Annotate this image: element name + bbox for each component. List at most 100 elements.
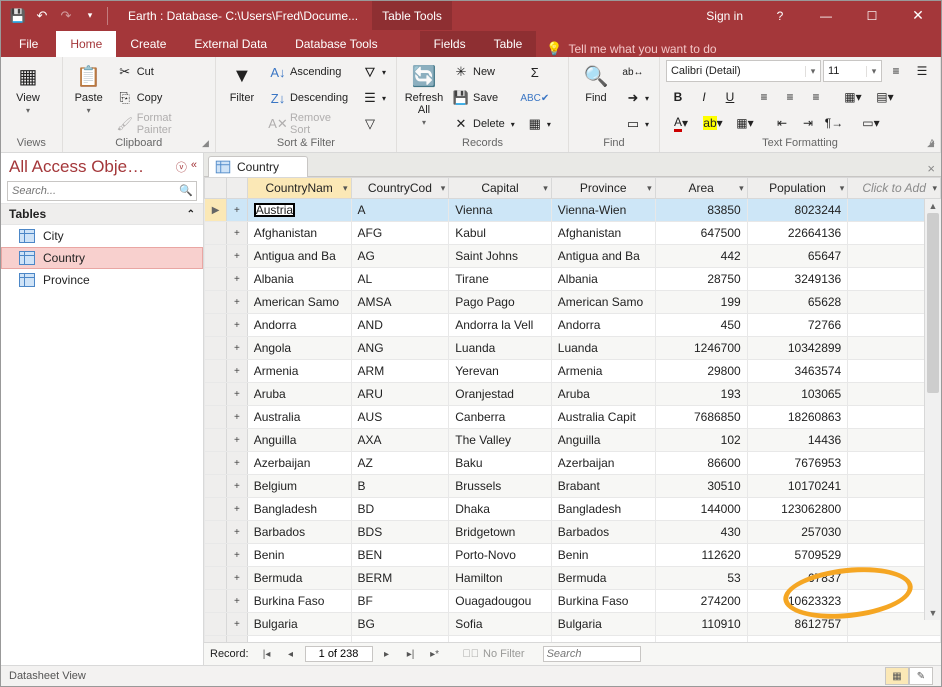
close-button[interactable]: ✕ <box>895 1 941 30</box>
more-records-button[interactable]: ▦▾ <box>523 112 555 136</box>
cell-effect-button[interactable]: ▭▾ <box>856 112 886 134</box>
expand-icon[interactable]: + <box>227 452 248 475</box>
italic-button[interactable]: I <box>692 86 716 108</box>
expand-icon[interactable]: + <box>227 613 248 636</box>
highlight-button[interactable]: ab▾ <box>698 112 728 134</box>
row-selector[interactable] <box>205 291 227 314</box>
expand-icon[interactable]: + <box>227 406 248 429</box>
expand-icon[interactable]: + <box>227 498 248 521</box>
design-view-btn[interactable]: ✎ <box>909 667 933 685</box>
table-row[interactable]: +BeninBENPorto-NovoBenin1126205709529 <box>205 544 941 567</box>
nav-dropdown-icon[interactable]: ⓥ <box>176 159 187 175</box>
goto-button[interactable]: ➜▾ <box>621 86 653 110</box>
row-selector[interactable] <box>205 337 227 360</box>
numbering-button[interactable]: ☰ <box>910 60 934 82</box>
table-row[interactable]: +AlbaniaALTiraneAlbania287503249136 <box>205 268 941 291</box>
table-row[interactable]: +Antigua and BaAGSaint JohnsAntigua and … <box>205 245 941 268</box>
sort-ascending-button[interactable]: A↓Ascending <box>266 60 354 84</box>
expand-icon[interactable]: + <box>227 314 248 337</box>
tell-me-box[interactable]: 💡 Tell me what you want to do <box>536 41 726 57</box>
selection-filter-button[interactable]: 🜄▾ <box>358 60 390 84</box>
row-selector[interactable] <box>205 245 227 268</box>
first-record-button[interactable]: |◂ <box>257 644 277 664</box>
advanced-filter-button[interactable]: ☰▾ <box>358 86 390 110</box>
expand-icon[interactable]: + <box>227 636 248 643</box>
expand-icon[interactable]: + <box>227 475 248 498</box>
copy-button[interactable]: ⎘Copy <box>113 86 209 110</box>
new-record-button[interactable]: ✳New <box>449 60 519 84</box>
redo-icon[interactable]: ↷ <box>55 5 77 27</box>
bold-button[interactable]: B <box>666 86 690 108</box>
scroll-up-icon[interactable]: ▲ <box>925 199 941 213</box>
delete-record-button[interactable]: ✕Delete▾ <box>449 112 519 136</box>
row-selector[interactable] <box>205 452 227 475</box>
row-selector[interactable] <box>205 544 227 567</box>
align-right-button[interactable]: ≡ <box>804 86 828 108</box>
tab-external-data[interactable]: External Data <box>180 31 281 57</box>
paste-button[interactable]: 📋 Paste ▾ <box>69 60 109 115</box>
cut-button[interactable]: ✂Cut <box>113 60 209 84</box>
expand-icon[interactable]: + <box>227 567 248 590</box>
column-header[interactable]: Click to Add▾ <box>848 178 941 199</box>
expand-icon[interactable]: + <box>227 383 248 406</box>
ltr-button[interactable]: ¶→ <box>822 112 846 134</box>
expand-icon[interactable]: + <box>227 521 248 544</box>
table-row[interactable]: +AzerbaijanAZBakuAzerbaijan866007676953 <box>205 452 941 475</box>
table-row[interactable]: +BhutanBHTThimphuBhutan470001822625 <box>205 636 941 643</box>
table-row[interactable]: +BulgariaBGSofiaBulgaria1109108612757 <box>205 613 941 636</box>
column-header[interactable]: Capital▾ <box>449 178 552 199</box>
new-record-nav-button[interactable]: ▸* <box>425 644 445 664</box>
minimize-button[interactable]: — <box>803 1 849 30</box>
column-header[interactable]: CountryCod▾ <box>351 178 449 199</box>
save-record-button[interactable]: 💾Save <box>449 86 519 110</box>
last-record-button[interactable]: ▸| <box>401 644 421 664</box>
replace-button[interactable]: ab↔ <box>621 60 653 84</box>
row-selector[interactable] <box>205 360 227 383</box>
nav-item-country[interactable]: Country <box>1 247 203 269</box>
scroll-down-icon[interactable]: ▼ <box>925 606 941 620</box>
table-row[interactable]: +AndorraANDAndorra la VellAndorra4507276… <box>205 314 941 337</box>
collapse-ribbon-icon[interactable]: ˄ <box>929 137 935 148</box>
row-selector[interactable] <box>205 268 227 291</box>
record-position-input[interactable] <box>305 646 373 662</box>
tab-create[interactable]: Create <box>116 31 180 57</box>
search-icon[interactable]: 🔍 <box>179 184 193 197</box>
expand-icon[interactable]: + <box>227 199 248 222</box>
nav-search-input[interactable] <box>7 181 197 201</box>
font-name-combo[interactable]: Calibri (Detail)▾ <box>666 60 821 82</box>
font-size-combo[interactable]: 11▾ <box>823 60 882 82</box>
table-row[interactable]: +BermudaBERMHamiltonBermuda5367837 <box>205 567 941 590</box>
table-row[interactable]: +AngolaANGLuandaLuanda124670010342899 <box>205 337 941 360</box>
tab-home[interactable]: Home <box>56 31 116 57</box>
row-selector[interactable] <box>205 222 227 245</box>
row-selector[interactable] <box>205 314 227 337</box>
column-header[interactable]: Population▾ <box>747 178 848 199</box>
table-row[interactable]: +AfghanistanAFGKabulAfghanistan647500226… <box>205 222 941 245</box>
undo-icon[interactable]: ↶ <box>31 5 53 27</box>
row-selector[interactable] <box>205 590 227 613</box>
tab-database-tools[interactable]: Database Tools <box>281 31 392 57</box>
save-icon[interactable]: 💾 <box>7 5 29 27</box>
alt-row-button[interactable]: ▤▾ <box>870 86 900 108</box>
table-row[interactable]: +BarbadosBDSBridgetownBarbados430257030 <box>205 521 941 544</box>
view-button[interactable]: ▦ View ▾ <box>7 60 49 115</box>
column-header[interactable]: Area▾ <box>655 178 747 199</box>
table-row[interactable]: +Burkina FasoBFOuagadougouBurkina Faso27… <box>205 590 941 613</box>
font-color-button[interactable]: A▾ <box>666 112 696 134</box>
row-selector[interactable] <box>205 383 227 406</box>
toggle-filter-button[interactable]: ▽ <box>358 112 390 136</box>
no-filter-indicator[interactable]: ▽⃠No Filter <box>463 648 525 660</box>
totals-button[interactable]: Σ <box>523 60 555 84</box>
table-row[interactable]: +BangladeshBDDhakaBangladesh144000123062… <box>205 498 941 521</box>
tab-file[interactable]: File <box>1 31 56 57</box>
expand-icon[interactable]: + <box>227 268 248 291</box>
row-selector[interactable] <box>205 613 227 636</box>
expand-icon[interactable]: + <box>227 291 248 314</box>
expand-icon[interactable]: + <box>227 544 248 567</box>
nav-group-tables[interactable]: Tables ⌃ <box>1 203 203 225</box>
table-row[interactable]: +ArubaARUOranjestadAruba193103065 <box>205 383 941 406</box>
table-row[interactable]: ▶+AustriaAViennaVienna-Wien838508023244 <box>205 199 941 222</box>
nav-item-city[interactable]: City <box>1 225 203 247</box>
expand-icon[interactable]: + <box>227 245 248 268</box>
row-selector[interactable] <box>205 636 227 643</box>
